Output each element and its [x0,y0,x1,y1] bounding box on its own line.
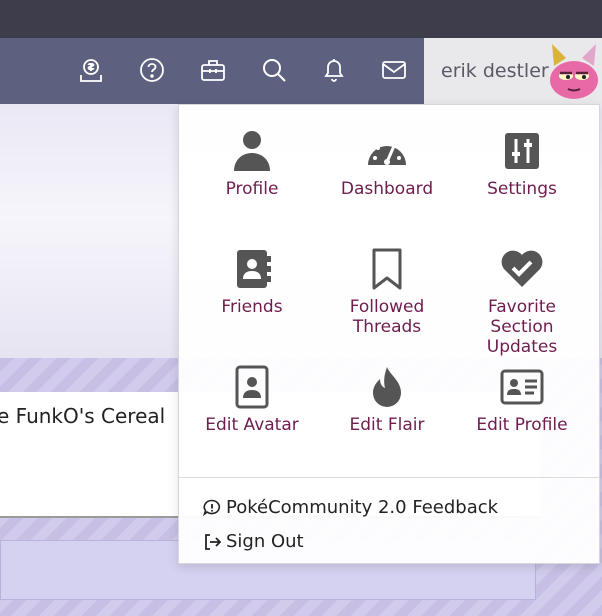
menu-item-friends[interactable]: Friends [187,247,317,317]
heart-check-icon [500,247,544,291]
menu-item-edit-profile[interactable]: Edit Profile [457,365,587,435]
sliders-icon [500,129,544,173]
sign-out-icon [205,533,221,550]
menu-item-label: Edit Avatar [205,415,299,435]
menu-item-label: Edit Profile [476,415,568,435]
search-icon[interactable] [259,55,289,85]
feedback-icon [203,499,221,516]
avatar[interactable] [548,42,600,100]
portrait-icon [230,365,274,409]
menu-item-followed-threads[interactable]: Followed Threads [322,247,452,337]
flame-icon [365,365,409,409]
toolbox-icon[interactable] [198,55,228,85]
currency-icon[interactable] [76,55,106,85]
menu-item-label: Favorite Section Updates [486,297,558,357]
menu-item-label: Edit Flair [349,415,425,435]
menu-item-label: Profile [225,179,279,199]
menu-divider [179,477,599,478]
user-dropdown-menu: Profile Dashboard Settings Friends Follo… [178,104,600,564]
menu-item-edit-flair[interactable]: Edit Flair [322,365,452,435]
menu-item-dashboard[interactable]: Dashboard [322,129,452,199]
sign-out-link[interactable]: Sign Out [203,531,304,552]
username: erik destler [441,60,549,82]
menu-item-profile[interactable]: Profile [187,129,317,199]
feedback-link[interactable]: PokéCommunity 2.0 Feedback [203,497,498,518]
post-title[interactable]: e FunkO's Cereal [0,404,165,428]
id-card-icon [500,365,544,409]
gauge-icon [365,129,409,173]
user-menu-toggle[interactable]: erik destler [424,38,602,104]
bell-icon[interactable] [319,55,349,85]
feedback-label: PokéCommunity 2.0 Feedback [226,497,499,518]
help-icon[interactable] [137,55,167,85]
sign-out-label: Sign Out [226,531,304,552]
menu-item-edit-avatar[interactable]: Edit Avatar [187,365,317,435]
menu-item-favorite-section-updates[interactable]: Favorite Section Updates [457,247,587,357]
bookmark-icon [365,247,409,291]
user-icon [230,129,274,173]
address-book-icon [230,247,274,291]
menu-item-label: Followed Threads [349,297,425,337]
menu-item-label: Dashboard [340,179,434,199]
browser-top-strip [0,0,602,38]
menu-item-label: Settings [487,179,557,199]
menu-item-label: Friends [221,297,283,317]
menu-item-settings[interactable]: Settings [457,129,587,199]
mail-icon[interactable] [379,55,409,85]
